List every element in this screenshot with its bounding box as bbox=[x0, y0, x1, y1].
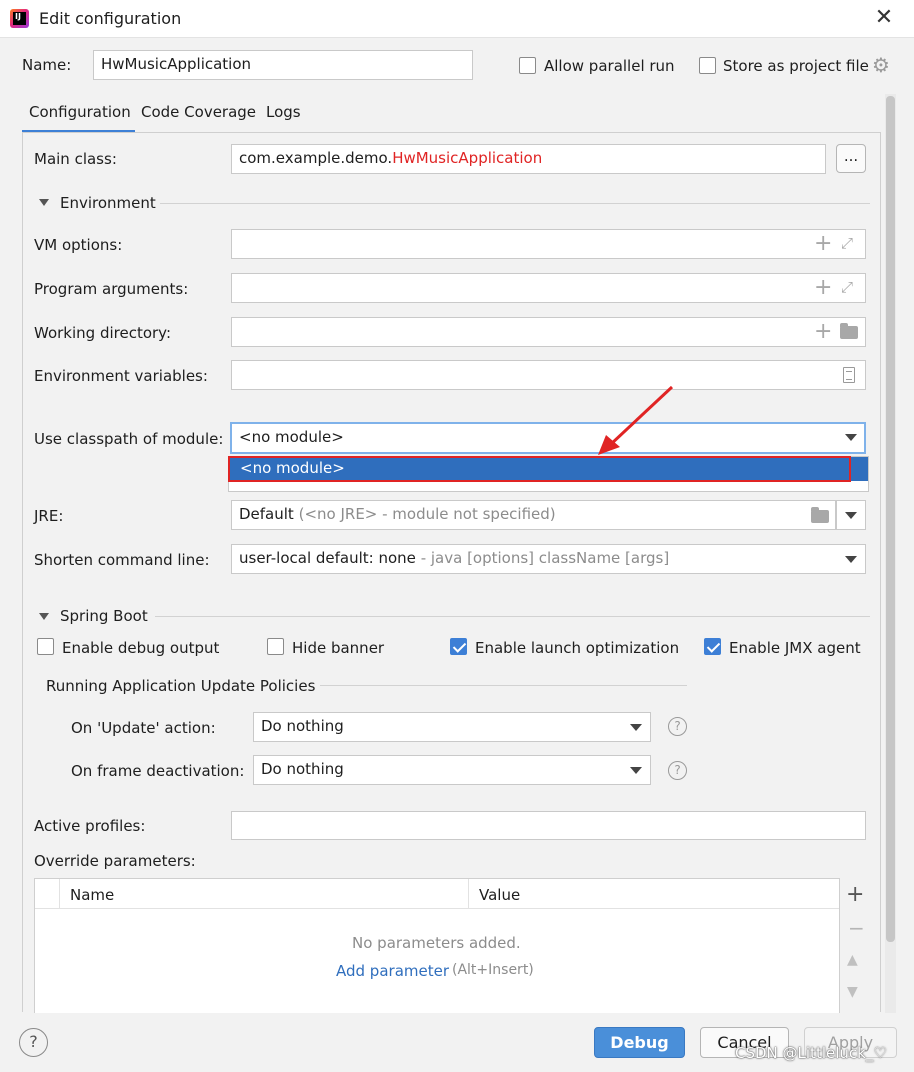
active-profiles-label: Active profiles: bbox=[34, 817, 146, 835]
main-class-name: HwMusicApplication bbox=[392, 149, 543, 167]
shorten-command-line-label: Shorten command line: bbox=[34, 551, 210, 569]
help-button[interactable]: ? bbox=[19, 1028, 48, 1057]
spring-boot-header[interactable]: Spring Boot bbox=[60, 607, 148, 625]
add-parameter-link[interactable]: Add parameter bbox=[336, 962, 449, 980]
browse-main-class-button[interactable]: ... bbox=[836, 144, 866, 173]
enable-debug-output-label: Enable debug output bbox=[62, 639, 220, 657]
update-policies-separator bbox=[320, 685, 687, 686]
tab-code-coverage[interactable]: Code Coverage bbox=[141, 103, 256, 121]
spring-boot-separator bbox=[155, 616, 870, 617]
column-divider bbox=[59, 879, 60, 909]
name-input[interactable]: HwMusicApplication bbox=[93, 50, 473, 80]
main-class-input[interactable]: com.example.demo.HwMusicApplication bbox=[231, 144, 826, 174]
vm-options-input[interactable] bbox=[231, 229, 866, 259]
chevron-down-icon[interactable] bbox=[630, 724, 642, 731]
classpath-module-select[interactable]: <no module> bbox=[230, 422, 866, 454]
environment-collapse-icon[interactable] bbox=[39, 199, 49, 206]
scrollbar-thumb[interactable] bbox=[886, 96, 895, 942]
help-icon[interactable]: ? bbox=[668, 717, 687, 736]
program-arguments-input[interactable] bbox=[231, 273, 866, 303]
update-policies-header: Running Application Update Policies bbox=[46, 677, 316, 695]
close-icon[interactable]: ✕ bbox=[872, 6, 896, 30]
jre-hint: (<no JRE> - module not specified) bbox=[298, 505, 556, 523]
chevron-down-icon[interactable] bbox=[845, 434, 857, 441]
column-divider bbox=[468, 879, 469, 909]
enable-launch-optimization-checkbox[interactable] bbox=[450, 638, 467, 655]
shorten-command-line-select[interactable]: user-local default: none - java [options… bbox=[231, 544, 866, 574]
active-profiles-input[interactable] bbox=[231, 811, 866, 840]
table-header bbox=[35, 879, 839, 909]
update-action-label: On 'Update' action: bbox=[71, 719, 216, 737]
highlight-box bbox=[228, 456, 851, 482]
chevron-down-icon[interactable] bbox=[845, 556, 857, 563]
enable-jmx-agent-checkbox[interactable] bbox=[704, 638, 721, 655]
environment-variables-label: Environment variables: bbox=[34, 367, 208, 385]
debug-button[interactable]: Debug bbox=[594, 1027, 685, 1058]
frame-deactivation-label: On frame deactivation: bbox=[71, 762, 245, 780]
add-icon[interactable]: + bbox=[814, 233, 832, 255]
annotation-arrow bbox=[598, 385, 674, 455]
store-as-project-file-checkbox[interactable] bbox=[699, 57, 716, 74]
store-as-project-file-label: Store as project file bbox=[723, 57, 869, 75]
enable-debug-output-checkbox[interactable] bbox=[37, 638, 54, 655]
working-directory-input[interactable] bbox=[231, 317, 866, 347]
folder-icon[interactable] bbox=[811, 507, 829, 523]
column-value-header[interactable]: Value bbox=[479, 886, 520, 904]
enable-launch-optimization-label: Enable launch optimization bbox=[475, 639, 680, 657]
update-action-select[interactable]: Do nothing bbox=[253, 712, 651, 742]
window-title: Edit configuration bbox=[39, 9, 182, 28]
jre-select[interactable]: Default (<no JRE> - module not specified… bbox=[231, 500, 836, 530]
move-up-icon[interactable]: ▲ bbox=[847, 952, 858, 968]
environment-separator bbox=[160, 203, 870, 204]
allow-parallel-run-checkbox[interactable] bbox=[519, 57, 536, 74]
gear-icon[interactable]: ⚙ bbox=[872, 55, 890, 75]
enable-jmx-agent-label: Enable JMX agent bbox=[729, 639, 861, 657]
main-class-package: com.example.demo. bbox=[239, 149, 393, 167]
hide-banner-checkbox[interactable] bbox=[267, 638, 284, 655]
working-directory-label: Working directory: bbox=[34, 324, 172, 342]
allow-parallel-run-label: Allow parallel run bbox=[544, 57, 675, 75]
main-class-label: Main class: bbox=[34, 150, 117, 168]
watermark: CSDN @Littleluck_♡ bbox=[735, 1044, 887, 1062]
move-down-icon[interactable]: ▼ bbox=[847, 984, 858, 1000]
help-icon[interactable]: ? bbox=[668, 761, 687, 780]
column-name-header[interactable]: Name bbox=[70, 886, 114, 904]
environment-header[interactable]: Environment bbox=[60, 194, 156, 212]
shorten-value: user-local default: none bbox=[239, 549, 416, 567]
expand-icon[interactable]: ⤢ bbox=[841, 236, 853, 251]
expand-icon[interactable]: ⤢ bbox=[841, 280, 853, 295]
vm-options-label: VM options: bbox=[34, 236, 123, 254]
shorten-hint: - java [options] className [args] bbox=[420, 549, 670, 567]
add-icon[interactable]: + bbox=[814, 277, 832, 299]
add-parameter-shortcut: (Alt+Insert) bbox=[452, 962, 534, 978]
classpath-module-label: Use classpath of module: bbox=[34, 430, 224, 448]
chevron-down-icon[interactable] bbox=[630, 767, 642, 774]
frame-deactivation-select[interactable]: Do nothing bbox=[253, 755, 651, 785]
spring-boot-collapse-icon[interactable] bbox=[39, 613, 49, 620]
environment-variables-input[interactable] bbox=[231, 360, 866, 390]
tab-configuration[interactable]: Configuration bbox=[29, 103, 131, 121]
add-row-icon[interactable]: + bbox=[846, 882, 864, 907]
intellij-app-icon: IJ bbox=[10, 9, 29, 28]
hide-banner-label: Hide banner bbox=[292, 639, 385, 657]
folder-icon[interactable] bbox=[840, 323, 858, 339]
jre-label: JRE: bbox=[34, 507, 64, 525]
program-arguments-label: Program arguments: bbox=[34, 280, 189, 298]
chevron-down-icon[interactable] bbox=[845, 512, 857, 519]
tab-logs[interactable]: Logs bbox=[266, 103, 301, 121]
empty-table-text: No parameters added. bbox=[352, 934, 521, 952]
jre-value: Default bbox=[239, 505, 294, 523]
remove-row-icon[interactable]: − bbox=[848, 916, 865, 940]
name-label: Name: bbox=[22, 56, 72, 74]
add-icon[interactable]: + bbox=[814, 321, 832, 343]
override-parameters-label: Override parameters: bbox=[34, 852, 196, 870]
document-icon[interactable] bbox=[843, 367, 855, 383]
